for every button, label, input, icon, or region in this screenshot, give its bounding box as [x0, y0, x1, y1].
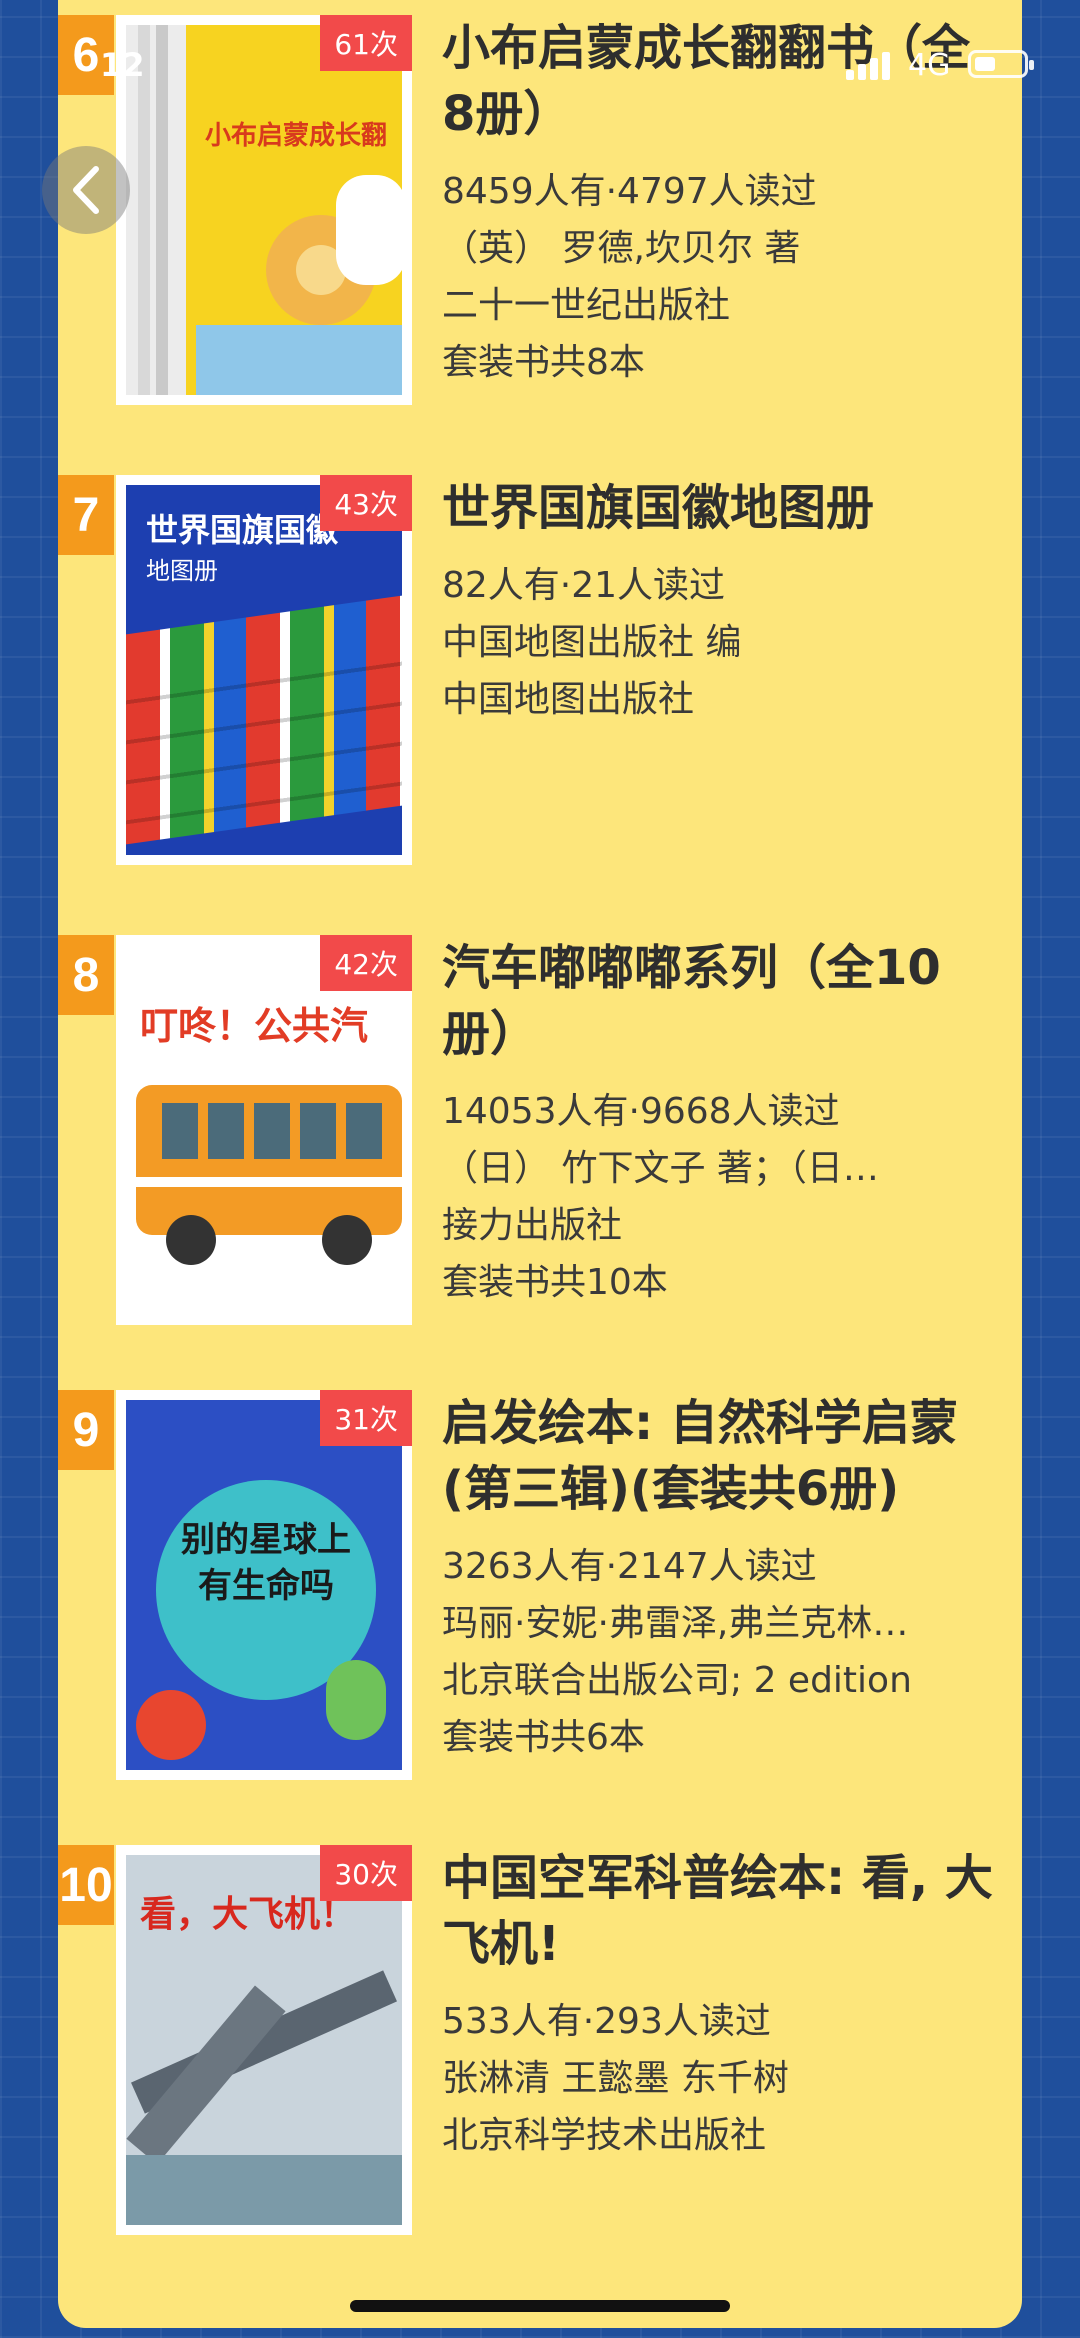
cover-subtitle: 地图册 — [146, 557, 218, 585]
book-author: 中国地图出版社 编 — [442, 622, 742, 663]
book-set-info: 套装书共6本 — [442, 1717, 645, 1758]
book-author: （英） 罗德,坎贝尔 著 — [442, 228, 801, 269]
cover-image: 看，大飞机！ — [126, 1855, 402, 2225]
book-stats: 14053人有·9668人读过 — [442, 1091, 840, 1132]
book-stats: 8459人有·4797人读过 — [442, 171, 817, 212]
cover-title: 世界国旗国徽 — [146, 511, 339, 549]
read-count-badge: 43次 — [320, 475, 412, 531]
home-indicator[interactable] — [350, 2300, 730, 2312]
book-title[interactable]: 启发绘本: 自然科学启蒙(第三辑)(套装共6册) — [442, 1390, 1002, 1522]
book-item[interactable]: 9 别的星球上 有生命吗 31次 启发绘本: 自然科学启蒙(第三辑)(套装共6册… — [58, 1390, 1022, 1850]
network-label: 4G — [908, 48, 951, 83]
cover-image: 世界国旗国徽 地图册 — [126, 485, 402, 855]
book-publisher: 中国地图出版社 — [442, 679, 695, 720]
battery-icon — [968, 50, 1034, 78]
book-item[interactable]: 10 看，大飞机！ 30次 中国空军科普绘本: 看, 大飞机! 533人有·29… — [58, 1845, 1022, 2305]
rank-badge: 10 — [58, 1845, 114, 1925]
book-author: 张淋清 王懿墨 东千树 — [442, 2058, 789, 2099]
cover-subtitle: 有生命吗 — [198, 1566, 334, 1606]
book-publisher: 二十一世纪出版社 — [442, 285, 731, 326]
book-publisher: 北京联合出版公司; 2 edition — [442, 1660, 912, 1701]
chevron-left-icon — [73, 166, 99, 214]
book-set-info: 套装书共8本 — [442, 342, 645, 383]
rank-badge: 8 — [58, 935, 114, 1015]
signal-icon — [846, 50, 896, 80]
book-publisher: 北京科学技术出版社 — [442, 2115, 767, 2156]
cover-image: 叮咚！公共汽 — [126, 945, 402, 1315]
read-count-badge: 31次 — [320, 1390, 412, 1446]
book-item[interactable]: 7 世界国旗国徽 地图册 43次 世界国旗国徽地图册 82人有·21人读过 中国… — [58, 475, 1022, 935]
book-cover[interactable]: 别的星球上 有生命吗 31次 — [116, 1390, 412, 1780]
book-title[interactable]: 中国空军科普绘本: 看, 大飞机! — [442, 1845, 1002, 1977]
rank-badge: 9 — [58, 1390, 114, 1470]
book-item[interactable]: 8 叮咚！公共汽 42次 汽车嘟嘟嘟系列（全10册） 14053人有·9668人… — [58, 935, 1022, 1395]
cover-title: 别的星球上 — [181, 1520, 351, 1560]
cover-image: 别的星球上 有生命吗 — [126, 1400, 402, 1770]
book-stats: 82人有·21人读过 — [442, 565, 726, 606]
status-bar: 12 4G — [0, 0, 1080, 132]
book-cover[interactable]: 叮咚！公共汽 42次 — [116, 935, 412, 1325]
book-cover[interactable]: 世界国旗国徽 地图册 43次 — [116, 475, 412, 865]
book-cover[interactable]: 看，大飞机！ 30次 — [116, 1845, 412, 2235]
rank-badge: 7 — [58, 475, 114, 555]
book-author: （日） 竹下文子 著；（日… — [442, 1148, 879, 1189]
cover-title: 叮咚！公共汽 — [140, 1004, 369, 1048]
read-count-badge: 42次 — [320, 935, 412, 991]
read-count-badge: 30次 — [320, 1845, 412, 1901]
status-time: 12 — [100, 46, 145, 84]
back-button[interactable] — [42, 146, 130, 234]
book-title[interactable]: 世界国旗国徽地图册 — [442, 475, 1002, 541]
book-stats: 533人有·293人读过 — [442, 2001, 771, 2042]
book-author: 玛丽·安妮·弗雷泽,弗兰克林… — [442, 1603, 909, 1644]
book-title[interactable]: 汽车嘟嘟嘟系列（全10册） — [442, 935, 1002, 1067]
book-set-info: 套装书共10本 — [442, 1262, 668, 1303]
book-publisher: 接力出版社 — [442, 1205, 623, 1246]
book-stats: 3263人有·2147人读过 — [442, 1546, 817, 1587]
